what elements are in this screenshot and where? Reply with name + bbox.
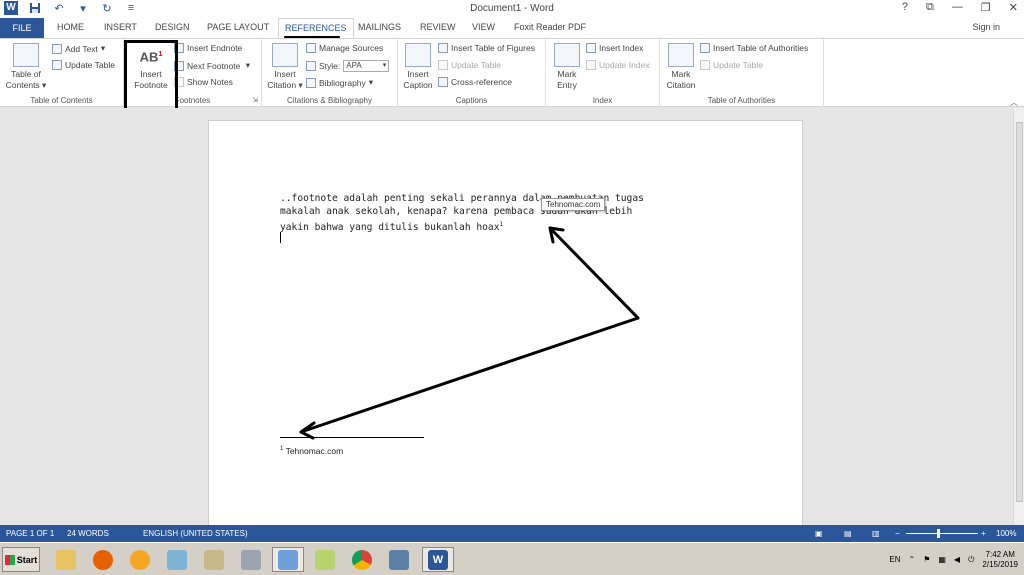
- taskbar-calculator[interactable]: [235, 547, 267, 572]
- calculator-icon: [241, 549, 261, 570]
- language-indicator[interactable]: ENGLISH (UNITED STATES): [143, 529, 248, 538]
- app-icon: [389, 549, 409, 570]
- word-count[interactable]: 24 WORDS: [67, 529, 109, 538]
- taskbar-media-app[interactable]: [124, 547, 156, 572]
- tray-expand-icon[interactable]: ⌃: [908, 555, 915, 564]
- taskbar-chrome[interactable]: [346, 547, 378, 572]
- power-icon[interactable]: ⏻: [968, 555, 974, 565]
- clock-time: 7:42 AM: [985, 549, 1015, 559]
- start-button[interactable]: Start: [2, 547, 40, 572]
- taskbar-app-4[interactable]: [161, 547, 193, 572]
- input-language[interactable]: EN: [889, 555, 900, 564]
- status-bar: PAGE 1 OF 1 24 WORDS ENGLISH (UNITED STA…: [0, 525, 1024, 542]
- arrow-to-footnote-text: [299, 316, 640, 434]
- system-tray: EN ⌃ ⚑ ▦ ◀ ⏻ 7:42 AM 2/15/2019: [889, 545, 1024, 574]
- print-layout-icon[interactable]: ▤: [844, 529, 852, 538]
- zoom-slider-thumb[interactable]: [937, 529, 940, 538]
- web-layout-icon[interactable]: ▥: [872, 529, 880, 538]
- media-icon: [130, 549, 150, 570]
- zoom-slider[interactable]: [906, 533, 978, 534]
- app-icon: [167, 549, 187, 570]
- zoom-level[interactable]: 100%: [996, 529, 1016, 538]
- windows-logo-icon: [4, 554, 15, 565]
- paint-icon: [204, 549, 224, 570]
- zoom-out-button[interactable]: −: [895, 529, 900, 538]
- speaker-icon[interactable]: ◀: [954, 555, 960, 564]
- word-icon: W: [428, 549, 448, 570]
- taskbar-word[interactable]: W: [422, 547, 454, 572]
- annotation-arrows: [299, 226, 640, 440]
- taskbar-notepad[interactable]: [272, 547, 304, 572]
- page-count[interactable]: PAGE 1 OF 1: [6, 529, 54, 538]
- network-icon[interactable]: ▦: [938, 555, 946, 564]
- word-window: W ↶ ▾ ↻ ≡ Document1 - Word ? ⧉ — ❐ ✕ FIL…: [0, 0, 1024, 575]
- taskbar-paint[interactable]: [198, 547, 230, 572]
- notepad-icon: [278, 549, 298, 570]
- read-mode-icon[interactable]: ▣: [815, 529, 823, 538]
- taskbar-file-explorer[interactable]: [50, 547, 82, 572]
- zoom-in-button[interactable]: +: [981, 529, 986, 538]
- chrome-icon: [352, 549, 372, 570]
- taskbar-app-10[interactable]: [383, 547, 415, 572]
- start-label: Start: [16, 554, 38, 565]
- taskbar-app-8[interactable]: [309, 547, 341, 572]
- clock-date: 2/15/2019: [982, 559, 1018, 569]
- clock[interactable]: 7:42 AM 2/15/2019: [982, 550, 1018, 570]
- taskbar-firefox[interactable]: [87, 547, 119, 572]
- taskbar: Start W EN ⌃ ⚑ ▦ ◀ ⏻ 7:42 AM 2/15/2019: [0, 542, 1024, 575]
- flag-icon[interactable]: ⚑: [923, 555, 930, 564]
- arrow-to-footnote-ref: [548, 226, 640, 320]
- app-icon: [315, 549, 335, 570]
- firefox-icon: [93, 549, 113, 570]
- folder-icon: [56, 549, 76, 570]
